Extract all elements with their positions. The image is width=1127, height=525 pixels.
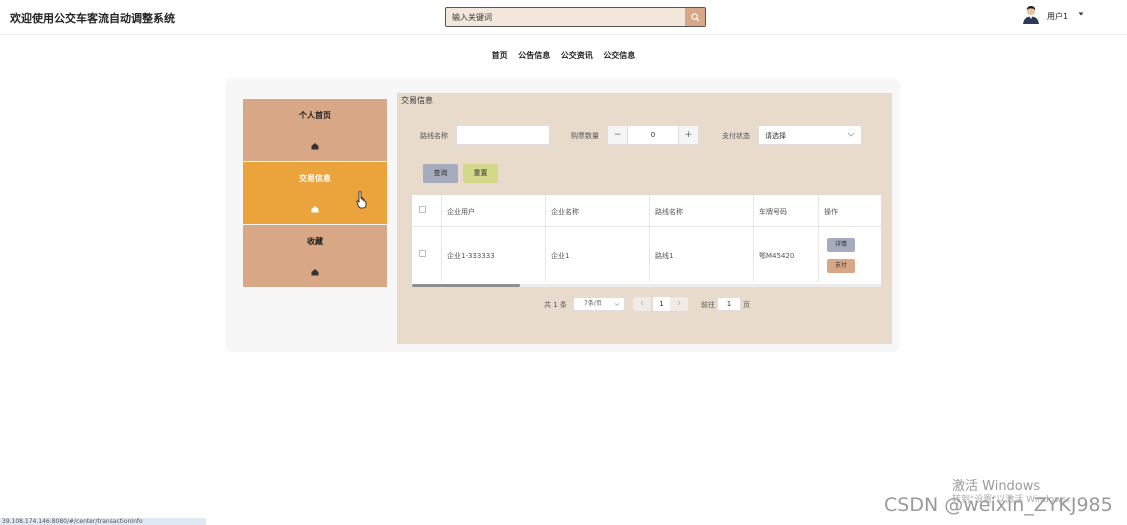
top-header: 欢迎使用公交车客流自动调整系统 用户1	[0, 0, 1127, 35]
route-name-label: 路线名称	[420, 132, 448, 140]
cell-plate: 鄂M45420	[759, 252, 795, 260]
sidebar-item-label: 收藏	[307, 237, 323, 246]
chevron-down-icon	[614, 302, 620, 307]
table-scrollbar-thumb[interactable]	[412, 284, 520, 287]
row-checkbox[interactable]	[419, 250, 426, 257]
column-header-user: 企业用户	[447, 208, 475, 216]
ticket-count-value[interactable]: 0	[628, 126, 678, 144]
chevron-left-icon	[640, 300, 644, 306]
page-number-current[interactable]: 1	[653, 297, 670, 311]
column-divider	[753, 195, 754, 282]
user-name[interactable]: 用户1	[1047, 11, 1068, 22]
increment-button[interactable]: +	[678, 126, 698, 144]
pay-status-label: 支付状态	[722, 132, 750, 140]
search-icon	[690, 12, 699, 21]
next-page-button[interactable]	[670, 297, 688, 311]
column-divider	[818, 195, 819, 282]
pagination-total: 共 1 条	[544, 301, 567, 309]
sidebar-item-favorites[interactable]: 收藏	[243, 225, 387, 287]
select-all-checkbox[interactable]	[419, 206, 426, 213]
goto-page-input[interactable]: 1	[717, 297, 741, 311]
sidebar-item-label: 交易信息	[299, 174, 331, 183]
panel-title: 交易信息	[401, 96, 433, 105]
column-header-route: 路线名称	[655, 208, 683, 216]
decrement-button[interactable]: −	[608, 126, 628, 144]
chevron-down-icon	[847, 132, 855, 137]
reset-button[interactable]: 重置	[463, 164, 498, 183]
cell-route: 路线1	[655, 252, 674, 260]
transactions-table: 企业用户 企业名称 路线名称 车牌号码 操作 企业1-333333 企业1 路线…	[412, 195, 881, 284]
site-title: 欢迎使用公交车客流自动调整系统	[10, 12, 175, 25]
prev-page-button[interactable]	[633, 297, 651, 311]
status-bar-url: 39.108.174.146:8080/#/center/transaction…	[0, 518, 206, 525]
search-button[interactable]	[685, 8, 705, 26]
column-header-actions: 操作	[824, 208, 838, 216]
column-divider	[649, 195, 650, 282]
avatar[interactable]	[1021, 4, 1041, 24]
nav-item-bus-news[interactable]: 公交资讯	[561, 50, 593, 61]
csdn-watermark: CSDN @weixin_ZYKJ985	[884, 494, 1113, 516]
header-divider	[412, 226, 881, 227]
nav-item-home[interactable]: 首页	[492, 50, 508, 61]
table-scrollbar[interactable]	[412, 284, 881, 287]
column-divider	[545, 195, 546, 282]
mouse-cursor-icon	[356, 191, 367, 209]
goto-suffix: 页	[743, 301, 750, 309]
goto-prefix: 前往	[701, 301, 715, 309]
query-button[interactable]: 查询	[423, 164, 458, 183]
search-box	[445, 7, 706, 27]
pay-status-placeholder: 请选择	[765, 132, 786, 140]
sidebar-item-label: 个人首页	[299, 111, 331, 120]
detail-button[interactable]: 详情	[827, 238, 855, 252]
ticket-count-stepper: − 0 +	[607, 125, 699, 145]
page-size-select[interactable]: 7条/页	[573, 297, 625, 311]
chevron-right-icon	[677, 300, 681, 306]
route-name-input[interactable]	[456, 125, 550, 145]
sidebar-item-personal-home[interactable]: 个人首页	[243, 99, 387, 161]
pay-button[interactable]: 支付	[827, 259, 855, 273]
home-icon	[311, 143, 319, 150]
caret-down-icon[interactable]	[1078, 11, 1084, 17]
column-header-company: 企业名称	[551, 208, 579, 216]
page-size-value: 7条/页	[584, 300, 602, 307]
search-input[interactable]	[446, 8, 686, 26]
main-nav: 首页 公告信息 公交资讯 公交信息	[0, 50, 1127, 61]
home-icon	[311, 269, 319, 276]
nav-item-announcements[interactable]: 公告信息	[518, 50, 550, 61]
ticket-count-label: 购票数量	[571, 132, 599, 140]
column-header-plate: 车牌号码	[759, 208, 787, 216]
cell-user: 企业1-333333	[447, 252, 495, 260]
cell-company: 企业1	[551, 252, 570, 260]
home-icon	[311, 206, 319, 213]
pay-status-select[interactable]: 请选择	[758, 125, 862, 145]
nav-item-bus-info[interactable]: 公交信息	[603, 50, 635, 61]
column-divider	[441, 195, 442, 282]
